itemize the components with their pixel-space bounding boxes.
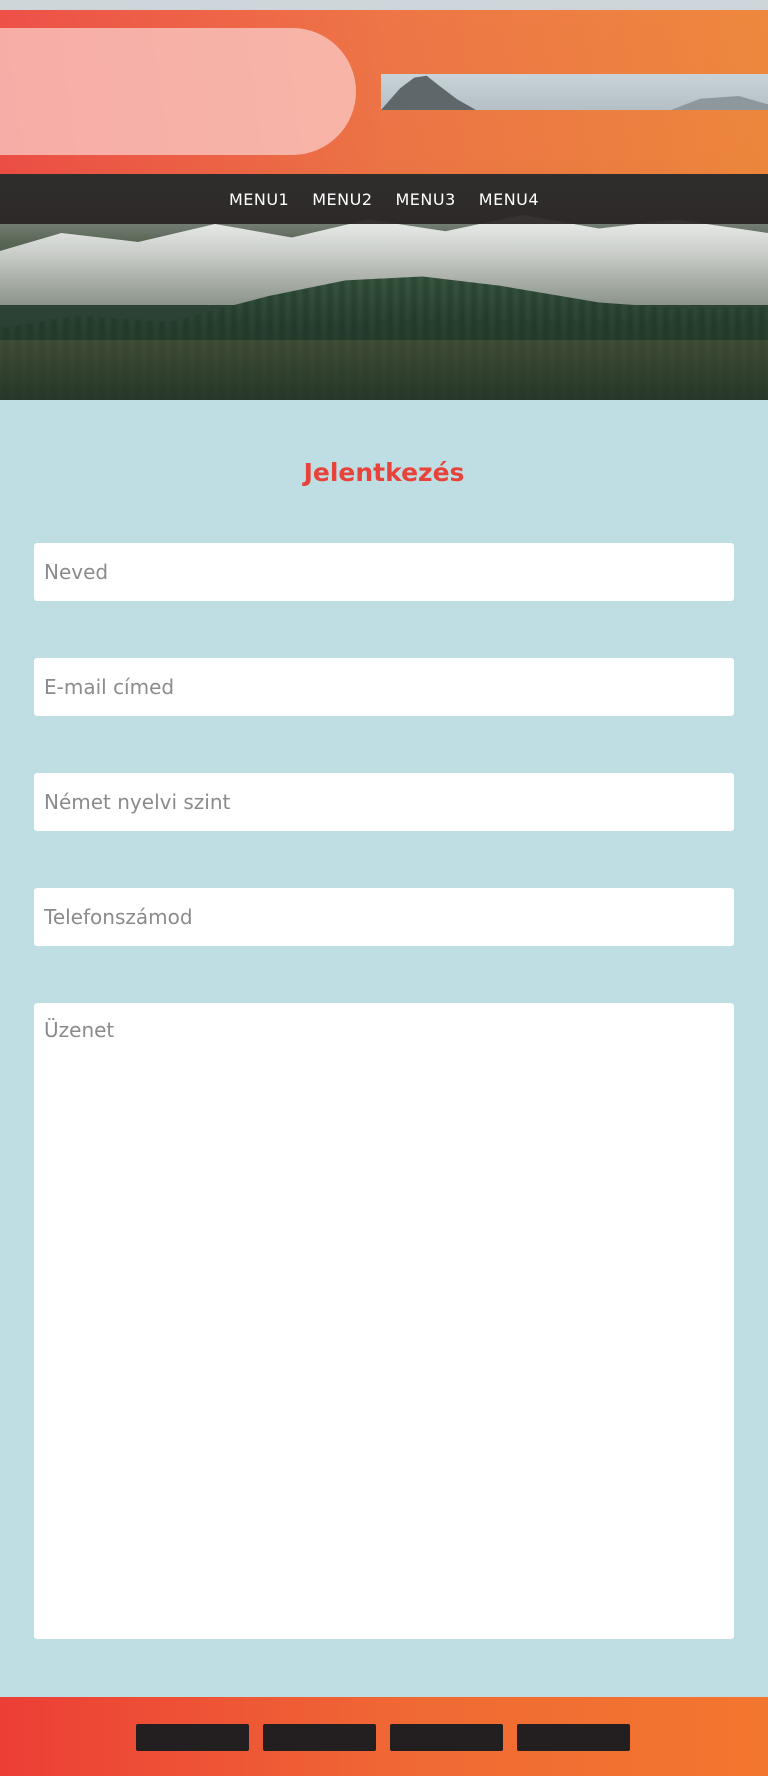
footer-button-1[interactable] bbox=[136, 1724, 249, 1751]
email-input[interactable] bbox=[34, 658, 734, 716]
nav-item-menu3[interactable]: MENU3 bbox=[396, 190, 456, 209]
distant-peak-image bbox=[671, 96, 768, 110]
header-image-strip bbox=[381, 74, 768, 110]
logo-placeholder[interactable] bbox=[0, 28, 356, 155]
mountain-peak-image bbox=[381, 75, 476, 110]
footer-button-2[interactable] bbox=[263, 1724, 376, 1751]
name-input[interactable] bbox=[34, 543, 734, 601]
footer-button-3[interactable] bbox=[390, 1724, 503, 1751]
hero-banner: MENU1 MENU2 MENU3 MENU4 bbox=[0, 0, 768, 400]
main-nav: MENU1 MENU2 MENU3 MENU4 bbox=[0, 174, 768, 224]
nav-item-menu2[interactable]: MENU2 bbox=[312, 190, 372, 209]
message-textarea[interactable] bbox=[34, 1003, 734, 1639]
form-title: Jelentkezés bbox=[303, 458, 465, 487]
nav-item-menu1[interactable]: MENU1 bbox=[229, 190, 289, 209]
footer bbox=[0, 1697, 768, 1776]
german-level-input[interactable] bbox=[34, 773, 734, 831]
nav-item-menu4[interactable]: MENU4 bbox=[479, 190, 539, 209]
footer-button-4[interactable] bbox=[517, 1724, 630, 1751]
foreground-image bbox=[0, 340, 768, 400]
phone-input[interactable] bbox=[34, 888, 734, 946]
